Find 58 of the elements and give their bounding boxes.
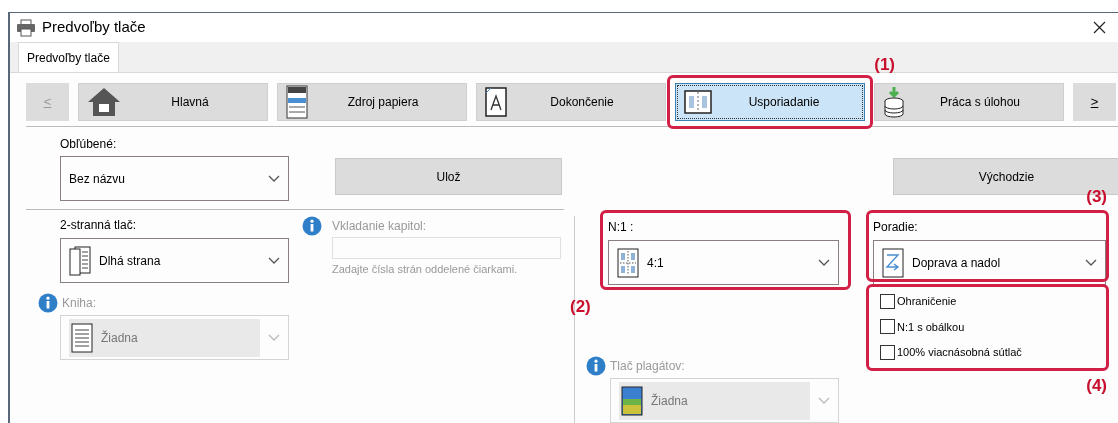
poster-value: Žiadna	[651, 392, 688, 410]
checkbox[interactable]	[880, 344, 895, 360]
callout-label: (4)	[1086, 376, 1107, 394]
next-button[interactable]: >	[1073, 83, 1116, 121]
window-title: Predvoľby tlače	[42, 17, 146, 38]
n-up-value: 4:1	[647, 254, 664, 272]
dropdown[interactable]: Doprava a nadol	[873, 240, 1106, 285]
two-pages-icon	[684, 90, 712, 114]
printer-icon	[286, 85, 308, 119]
callout-label: (1)	[874, 56, 895, 73]
category-tab[interactable]: Zdroj papiera	[277, 83, 467, 121]
book-label: Kniha:	[62, 295, 97, 312]
chevron-down-icon	[818, 258, 830, 267]
save-button[interactable]: Ulož	[335, 158, 562, 195]
category-tab[interactable]: Usporiadanie	[675, 83, 865, 121]
chevron-down-icon	[818, 396, 830, 405]
order-value: Doprava a nadol	[912, 254, 1001, 272]
duplex-value: Dlhá strana	[99, 252, 161, 270]
duplex-label: 2-stranná tlač:	[60, 217, 138, 234]
callout-label: (2)	[570, 298, 591, 315]
chevron-down-icon	[268, 333, 280, 342]
checkbox-label: N:1 s obálkou	[897, 319, 965, 335]
book-value: Žiadna	[101, 329, 138, 347]
chapter-pages-field[interactable]	[332, 237, 561, 259]
chevron-down-icon	[268, 174, 280, 183]
page-letter-icon	[485, 87, 507, 117]
chapter-insert-hint: Zadajte čísla strán oddelené čiarkami.	[332, 262, 519, 277]
document-icon	[71, 322, 93, 353]
dropdown[interactable]: Dlhá strana	[60, 238, 289, 283]
favorites-label: Obľúbené:	[60, 136, 118, 153]
tab[interactable]: Predvoľby tlače	[18, 42, 119, 72]
category-tab[interactable]: Hlavná	[78, 83, 268, 121]
info-icon	[302, 216, 322, 236]
category-tab[interactable]: Dokončenie	[476, 83, 666, 121]
checkbox[interactable]	[880, 319, 895, 335]
landscape-picture-icon	[621, 385, 643, 416]
info-icon	[38, 293, 58, 313]
order-label: Poradie:	[873, 219, 919, 236]
poster-label: Tlač plagátov:	[610, 358, 685, 375]
category-tab[interactable]: Práca s úlohou	[874, 83, 1064, 121]
z-order-icon	[882, 247, 904, 278]
checkbox-label: Ohraničenie	[897, 294, 957, 309]
n-up-label: N:1 :	[608, 219, 635, 236]
database-download-icon	[883, 86, 905, 118]
close-icon[interactable]	[1093, 21, 1106, 34]
info-icon	[586, 356, 606, 376]
booklet-icon	[69, 245, 91, 276]
favorites-value: Bez názvu	[69, 170, 126, 188]
house-icon	[87, 87, 121, 117]
chevron-down-icon	[1085, 258, 1097, 267]
dropdown[interactable]: Bez názvu	[60, 156, 289, 201]
four-pages-icon	[617, 247, 639, 278]
checkbox[interactable]	[880, 293, 895, 309]
printer-icon	[16, 18, 36, 37]
checkbox-label: 100% viacnásobná sútlač	[897, 345, 1022, 360]
chapter-insert-label: Vkladanie kapitol:	[332, 218, 427, 235]
chevron-down-icon	[268, 256, 280, 265]
dropdown[interactable]: 4:1	[608, 240, 839, 285]
